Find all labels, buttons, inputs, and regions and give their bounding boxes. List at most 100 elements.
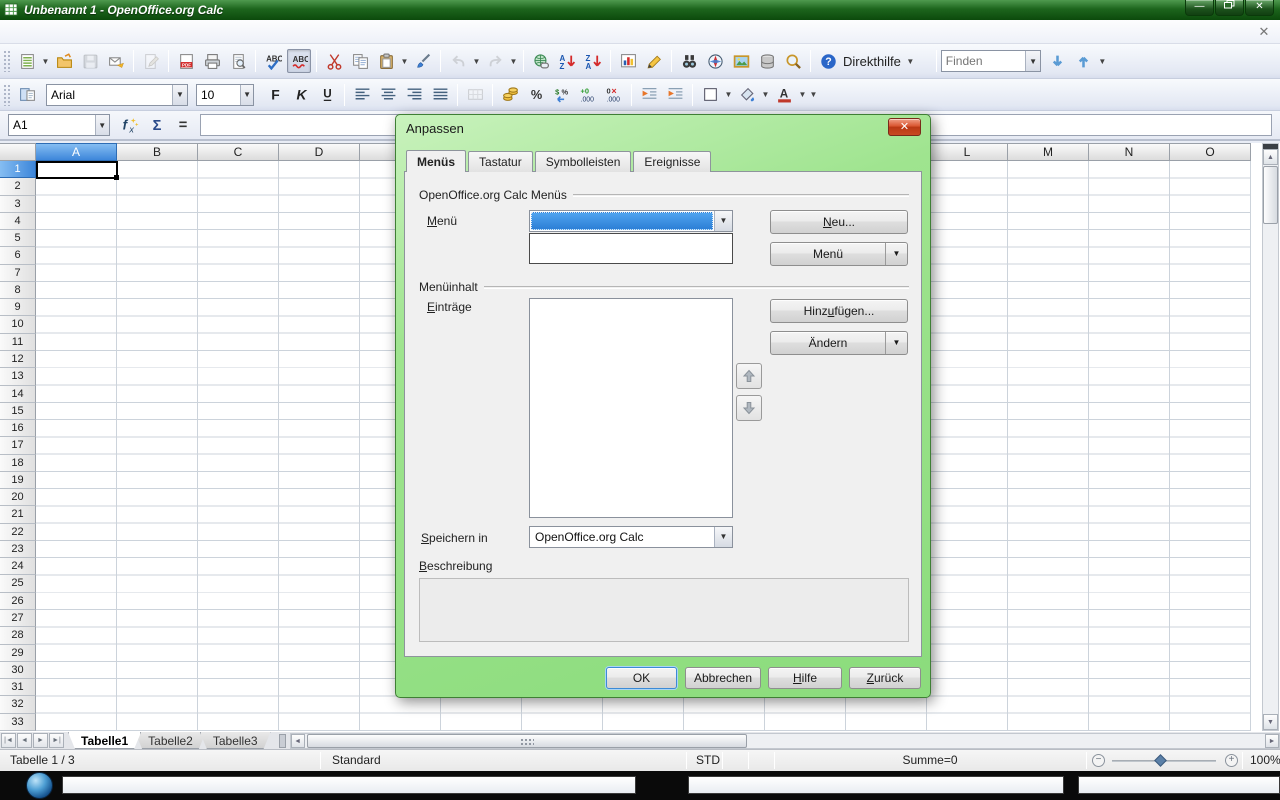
row-header-12[interactable]: 12 xyxy=(0,351,36,368)
tab-men-s[interactable]: Menüs xyxy=(406,150,466,172)
last-sheet-icon[interactable]: ►| xyxy=(49,733,64,748)
decrease-indent-button[interactable] xyxy=(637,83,661,107)
row-header-11[interactable]: 11 xyxy=(0,334,36,351)
tab-ereignisse[interactable]: Ereignisse xyxy=(633,151,711,172)
name-box[interactable]: ▼ xyxy=(8,114,110,136)
zoom-thumb[interactable] xyxy=(1154,754,1167,767)
align-right-button[interactable] xyxy=(402,83,426,107)
find-next-button[interactable] xyxy=(1046,49,1070,73)
row-header-30[interactable]: 30 xyxy=(0,662,36,679)
row-header-24[interactable]: 24 xyxy=(0,558,36,575)
vertical-scroll-thumb[interactable] xyxy=(1263,166,1278,224)
column-header-M[interactable]: M xyxy=(1008,143,1089,161)
horizontal-scroll-thumb[interactable] xyxy=(307,734,747,748)
row-header-6[interactable]: 6 xyxy=(0,247,36,264)
row-header-19[interactable]: 19 xyxy=(0,472,36,489)
number-format-button[interactable]: $% xyxy=(550,83,574,107)
sheet-tab-tabelle3[interactable]: Tabelle3 xyxy=(200,732,271,749)
menu-actions-dropdown-icon[interactable]: ▼ xyxy=(885,243,907,265)
restore-button[interactable] xyxy=(1215,0,1244,16)
cancel-button[interactable]: Abbrechen xyxy=(685,667,761,689)
minimize-button[interactable]: — xyxy=(1185,0,1214,16)
row-header-20[interactable]: 20 xyxy=(0,489,36,506)
draw-functions-button[interactable] xyxy=(642,49,666,73)
align-left-button[interactable] xyxy=(350,83,374,107)
tab-tastatur[interactable]: Tastatur xyxy=(468,151,533,172)
background-color-button[interactable] xyxy=(735,83,759,107)
row-header-3[interactable]: 3 xyxy=(0,196,36,213)
currency-button[interactable] xyxy=(498,83,522,107)
zoom-out-icon[interactable]: − xyxy=(1092,754,1105,767)
taskbar-button[interactable] xyxy=(1078,776,1280,794)
tab-symbolleisten[interactable]: Symbolleisten xyxy=(535,151,632,172)
reset-button[interactable]: Zurück xyxy=(849,667,921,689)
font-color-button[interactable]: A xyxy=(772,83,796,107)
font-name-input[interactable] xyxy=(47,86,172,104)
cell-reference-input[interactable] xyxy=(9,116,95,134)
function-wizard-icon[interactable]: fx xyxy=(118,113,144,137)
toolbar-drag-handle[interactable] xyxy=(3,50,10,72)
first-sheet-icon[interactable]: |◄ xyxy=(1,733,16,748)
spellcheck-button[interactable]: ABC xyxy=(261,49,285,73)
modify-button[interactable]: Ändern ▼ xyxy=(770,331,908,355)
ok-button[interactable]: OK xyxy=(606,667,677,689)
help-button[interactable]: ? xyxy=(816,49,840,73)
row-header-13[interactable]: 13 xyxy=(0,368,36,385)
column-header-N[interactable]: N xyxy=(1089,143,1170,161)
scroll-up-icon[interactable]: ▲ xyxy=(1263,149,1278,165)
data-sources-button[interactable] xyxy=(755,49,779,73)
styles-icon[interactable] xyxy=(15,83,39,107)
page-preview-button[interactable] xyxy=(226,49,250,73)
italic-button[interactable]: K xyxy=(289,83,313,107)
scroll-down-icon[interactable]: ▼ xyxy=(1263,714,1278,730)
chart-button[interactable] xyxy=(616,49,640,73)
row-header-7[interactable]: 7 xyxy=(0,265,36,282)
name-box-dropdown-icon[interactable]: ▼ xyxy=(95,115,109,135)
row-header-18[interactable]: 18 xyxy=(0,455,36,472)
sheet-tab-tabelle2[interactable]: Tabelle2 xyxy=(135,732,206,749)
scroll-right-icon[interactable]: ► xyxy=(1265,734,1279,748)
sum-icon[interactable]: Σ xyxy=(144,113,170,137)
find-dropdown-icon[interactable]: ▼ xyxy=(1025,51,1039,71)
zoom-level[interactable]: 100% xyxy=(1250,753,1280,767)
email-button[interactable] xyxy=(104,49,128,73)
save-in-dropdown-icon[interactable]: ▼ xyxy=(714,527,732,547)
increase-indent-button[interactable] xyxy=(663,83,687,107)
delete-decimal-button[interactable]: 0×.000 xyxy=(602,83,626,107)
column-header-A[interactable]: A xyxy=(36,143,117,161)
menu-actions-button[interactable]: Menü ▼ xyxy=(770,242,908,266)
column-header-L[interactable]: L xyxy=(927,143,1008,161)
font-size-input[interactable] xyxy=(197,86,240,104)
menu-combobox-dropdown-icon[interactable]: ▼ xyxy=(714,211,732,231)
copy-button[interactable] xyxy=(348,49,372,73)
add-decimal-button[interactable]: +0.000 xyxy=(576,83,600,107)
selection-mode[interactable]: STD xyxy=(696,753,720,767)
row-header-25[interactable]: 25 xyxy=(0,575,36,592)
save-in-combobox[interactable]: OpenOffice.org Calc ▼ xyxy=(529,526,733,548)
new-menu-button[interactable]: Neu... xyxy=(770,210,908,234)
row-header-15[interactable]: 15 xyxy=(0,403,36,420)
taskbar-button[interactable] xyxy=(62,776,636,794)
row-header-4[interactable]: 4 xyxy=(0,213,36,230)
fill-handle[interactable] xyxy=(114,175,119,180)
row-header-32[interactable]: 32 xyxy=(0,696,36,713)
font-size-combobox[interactable]: ▼ xyxy=(196,84,254,106)
scroll-left-icon[interactable]: ◄ xyxy=(291,734,305,748)
toolbar-drag-handle[interactable] xyxy=(3,84,10,106)
font-name-dropdown-icon[interactable]: ▼ xyxy=(172,85,187,105)
borders-button[interactable] xyxy=(698,83,722,107)
close-document-icon[interactable]: ✕ xyxy=(1256,24,1272,40)
auto-spellcheck-button[interactable]: ABC xyxy=(287,49,311,73)
row-header-33[interactable]: 33 xyxy=(0,714,36,731)
modify-dropdown-icon[interactable]: ▼ xyxy=(885,332,907,354)
sort-descending-button[interactable]: ZA xyxy=(581,49,605,73)
row-header-14[interactable]: 14 xyxy=(0,386,36,403)
bold-button[interactable]: F xyxy=(263,83,287,107)
tab-area-splitter[interactable] xyxy=(279,734,286,748)
redo-dropdown-icon[interactable]: ▼ xyxy=(508,49,519,73)
zoom-slider[interactable]: − + xyxy=(1092,754,1238,768)
zoom-in-icon[interactable]: + xyxy=(1225,754,1238,767)
menu-dropdown-list[interactable] xyxy=(529,233,733,264)
percent-button[interactable]: % xyxy=(524,83,548,107)
row-header-2[interactable]: 2 xyxy=(0,178,36,195)
